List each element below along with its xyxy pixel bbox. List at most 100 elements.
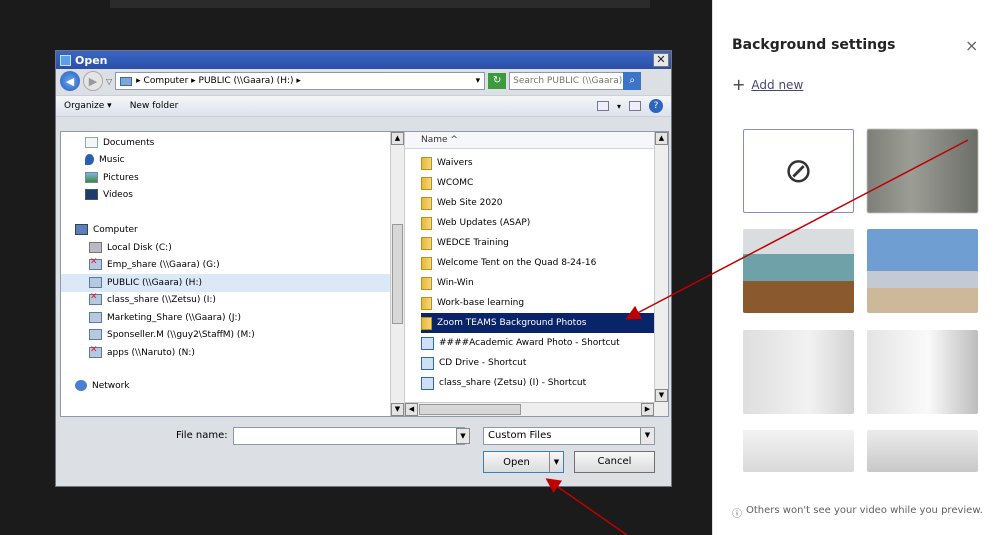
open-button[interactable]: Open ▼ (483, 451, 564, 473)
background-room-tile[interactable] (867, 430, 978, 472)
search-icon[interactable]: ⌕ (623, 72, 642, 90)
back-arrow-icon[interactable]: ◀ (60, 71, 80, 91)
plus-icon: + (732, 75, 746, 94)
address-dropdown-icon[interactable]: ▾ (476, 76, 481, 86)
scroll-thumb[interactable] (392, 224, 403, 324)
browser-panes: Documents Music Pictures Videos Computer… (60, 131, 669, 417)
dialog-close-button[interactable]: ✕ (653, 53, 669, 67)
recent-locations-dropdown-icon[interactable]: ▽ (106, 77, 112, 86)
nav-item-computer[interactable]: Computer (75, 221, 138, 239)
list-item[interactable]: Waivers (421, 153, 661, 173)
add-new-label: Add new (751, 77, 804, 92)
background-none-tile[interactable]: ⊘ (743, 129, 854, 213)
refresh-icon[interactable]: ↻ (488, 73, 507, 89)
list-item[interactable]: ####Academic Award Photo - Shortcut (421, 333, 661, 353)
nav-item-videos[interactable]: Videos (85, 186, 133, 204)
folder-icon (421, 256, 432, 270)
file-name-row: File name: ▼ Custom Files ▼ (56, 427, 671, 447)
file-type-select[interactable]: Custom Files ▼ (483, 427, 655, 445)
file-type-dropdown-icon[interactable]: ▼ (640, 428, 654, 444)
folder-icon (421, 196, 432, 210)
info-icon: ⓘ (732, 509, 742, 520)
disk-icon (89, 242, 102, 254)
background-room-tile[interactable] (743, 430, 854, 472)
cancel-button[interactable]: Cancel (574, 451, 655, 473)
nav-item-pictures[interactable]: Pictures (85, 169, 139, 187)
file-type-value: Custom Files (488, 430, 552, 441)
file-name-dropdown-icon[interactable]: ▼ (456, 428, 470, 444)
column-header-name[interactable]: Name ^ (405, 132, 657, 149)
nav-item-music[interactable]: Music (85, 151, 125, 169)
folder-icon (421, 316, 432, 330)
file-list-horizontal-scrollbar[interactable]: ◀ ▶ (405, 402, 655, 416)
background-settings-panel: Background settings × + Add new ⊘ ⓘ Othe… (712, 0, 993, 535)
scroll-down-arrow-icon[interactable]: ▼ (655, 389, 668, 402)
nav-item-public[interactable]: PUBLIC (\\Gaara) (H:) (61, 274, 390, 292)
nav-item-class-share[interactable]: class_share (\\Zetsu) (I:) (89, 291, 216, 309)
preview-note-text: Others won't see your video while you pr… (746, 505, 983, 516)
network-drive-icon (89, 329, 102, 341)
add-new-button[interactable]: + Add new (732, 75, 803, 94)
file-name-input[interactable] (233, 427, 465, 445)
view-dropdown-icon[interactable]: ▾ (617, 102, 621, 111)
folder-icon (421, 236, 432, 250)
address-row: ◀ ▶ ▽ ▸ Computer ▸ PUBLIC (\\Gaara) (H:)… (56, 69, 671, 93)
list-item[interactable]: WCOMC (421, 173, 661, 193)
change-view-icon[interactable] (596, 101, 609, 111)
disconnected-drive-icon (89, 292, 102, 306)
list-item[interactable]: Win-Win (421, 273, 661, 293)
network-drive-icon (89, 312, 102, 324)
nav-item-network[interactable]: Network (75, 377, 130, 395)
list-item[interactable]: WEDCE Training (421, 233, 661, 253)
scroll-up-arrow-icon[interactable]: ▲ (655, 132, 668, 145)
shortcut-icon (421, 376, 434, 390)
videos-icon (85, 189, 98, 201)
list-item[interactable]: CD Drive - Shortcut (421, 353, 661, 373)
file-list-scrollbar[interactable]: ▲ ▼ (654, 132, 668, 416)
preview-pane-icon[interactable] (629, 101, 641, 111)
dialog-title: Open (75, 53, 108, 67)
scroll-right-arrow-icon[interactable]: ▶ (641, 403, 654, 416)
navigation-scrollbar[interactable]: ▲ ▼ (390, 132, 404, 416)
nav-item-local-disk[interactable]: Local Disk (C:) (89, 239, 172, 257)
horizontal-scroll-thumb[interactable] (419, 404, 521, 415)
scroll-left-arrow-icon[interactable]: ◀ (405, 403, 418, 416)
dialog-titlebar: Open ✕ (56, 51, 671, 69)
list-item[interactable]: Work-base learning (421, 293, 661, 313)
background-office-tile[interactable] (743, 229, 854, 313)
help-icon[interactable]: ? (649, 99, 663, 113)
list-item[interactable]: Web Site 2020 (421, 193, 661, 213)
nav-item-apps[interactable]: apps (\\Naruto) (N:) (89, 344, 195, 362)
disconnected-drive-icon (89, 345, 102, 359)
nav-item-emp-share[interactable]: Emp_share (\\Gaara) (G:) (89, 256, 220, 274)
panel-title: Background settings (732, 37, 896, 53)
folder-icon (421, 216, 432, 230)
nav-item-sponseller[interactable]: Sponseller.M (\\guy2\StaffM) (M:) (89, 326, 255, 344)
search-box[interactable]: ⌕ (509, 72, 642, 90)
new-folder-button[interactable]: New folder (130, 101, 179, 111)
forward-arrow-icon[interactable]: ▶ (83, 71, 103, 91)
command-bar: Organize ▾ New folder ▾ ? (56, 95, 671, 117)
list-item-selected[interactable]: Zoom TEAMS Background Photos (421, 313, 661, 333)
nav-item-marketing-share[interactable]: Marketing_Share (\\Gaara) (J:) (89, 309, 241, 327)
open-button-label: Open (503, 456, 530, 468)
panel-close-icon[interactable]: × (965, 36, 978, 55)
scroll-up-arrow-icon[interactable]: ▲ (391, 132, 404, 145)
pictures-icon (85, 172, 98, 184)
network-drive-icon (89, 277, 102, 289)
list-item[interactable]: Welcome Tent on the Quad 8-24-16 (421, 253, 661, 273)
organize-menu[interactable]: Organize ▾ (64, 101, 112, 111)
background-room-tile[interactable] (867, 330, 978, 414)
nav-item-documents[interactable]: Documents (85, 134, 154, 152)
background-beach-tile[interactable] (867, 229, 978, 313)
file-list-pane: Name ^ Waivers WCOMC Web Site 2020 Web U… (404, 132, 668, 416)
background-window-strip (110, 0, 650, 8)
list-item[interactable]: Web Updates (ASAP) (421, 213, 661, 233)
list-item[interactable]: class_share (Zetsu) (I) - Shortcut (421, 373, 661, 393)
open-split-dropdown-icon[interactable]: ▼ (549, 452, 563, 472)
address-bar[interactable]: ▸ Computer ▸ PUBLIC (\\Gaara) (H:) ▸ ▾ (115, 72, 486, 90)
background-room-tile[interactable] (743, 330, 854, 414)
scroll-down-arrow-icon[interactable]: ▼ (391, 403, 404, 416)
background-blur-tile[interactable] (867, 129, 978, 213)
search-input[interactable] (513, 76, 624, 86)
